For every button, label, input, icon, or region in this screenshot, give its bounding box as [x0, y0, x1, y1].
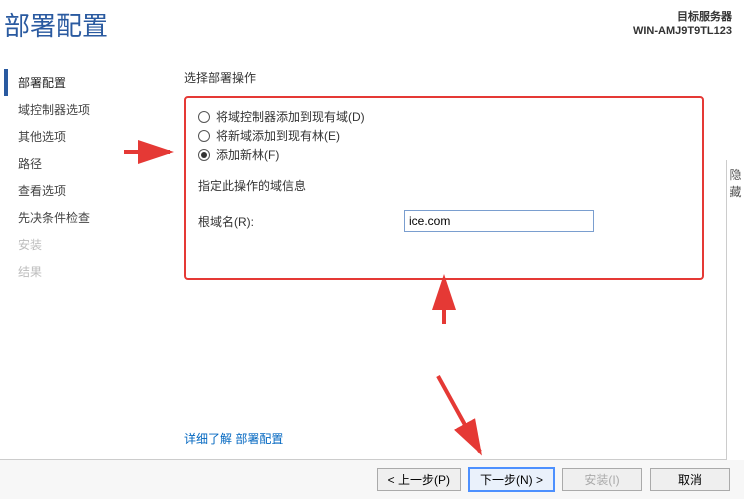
target-server-block: 目标服务器 WIN-AMJ9T9TL123 [633, 6, 732, 43]
sidebar: 部署配置 域控制器选项 其他选项 路径 查看选项 先决条件检查 安装 结果 [0, 49, 176, 459]
sidebar-item-install: 安装 [4, 231, 176, 258]
cancel-button[interactable]: 取消 [650, 468, 730, 491]
button-bar: < 上一步(P) 下一步(N) > 安装(I) 取消 [0, 459, 744, 499]
root-domain-label: 根域名(R): [198, 213, 396, 230]
sidebar-item-dc-options[interactable]: 域控制器选项 [4, 96, 176, 123]
radio-label: 将新域添加到现有林(E) [216, 127, 340, 144]
target-server-label: 目标服务器 [633, 10, 732, 24]
highlight-box: 将域控制器添加到现有域(D) 将新域添加到现有林(E) 添加新林(F) 指定此操… [184, 96, 704, 280]
radio-label: 添加新林(F) [216, 146, 279, 163]
content-pane: 选择部署操作 将域控制器添加到现有域(D) 将新域添加到现有林(E) 添加新林(… [176, 49, 744, 459]
hide-panel-toggle[interactable]: 隐藏 [726, 160, 744, 460]
sidebar-item-prereq[interactable]: 先决条件检查 [4, 204, 176, 231]
next-button[interactable]: 下一步(N) > [469, 468, 554, 491]
prev-button[interactable]: < 上一步(P) [377, 468, 461, 491]
radio-label: 将域控制器添加到现有域(D) [216, 108, 365, 125]
sidebar-item-results: 结果 [4, 258, 176, 285]
main-area: 部署配置 域控制器选项 其他选项 路径 查看选项 先决条件检查 安装 结果 选择… [0, 49, 744, 459]
radio-icon [198, 111, 210, 123]
radio-add-dc-existing-domain[interactable]: 将域控制器添加到现有域(D) [198, 108, 690, 125]
sidebar-item-review[interactable]: 查看选项 [4, 177, 176, 204]
sidebar-item-deploy-config[interactable]: 部署配置 [4, 69, 176, 96]
root-domain-input[interactable] [404, 210, 594, 232]
radio-icon [198, 130, 210, 142]
section-label: 选择部署操作 [184, 69, 726, 86]
sidebar-item-paths[interactable]: 路径 [4, 150, 176, 177]
radio-icon [198, 149, 210, 161]
radio-add-domain-existing-forest[interactable]: 将新域添加到现有林(E) [198, 127, 690, 144]
install-button: 安装(I) [562, 468, 642, 491]
header: 部署配置 目标服务器 WIN-AMJ9T9TL123 [0, 0, 744, 49]
sidebar-item-other-options[interactable]: 其他选项 [4, 123, 176, 150]
root-domain-row: 根域名(R): [198, 210, 690, 232]
learn-more-link[interactable]: 详细了解 部署配置 [184, 430, 283, 447]
domain-info-label: 指定此操作的域信息 [198, 177, 690, 194]
radio-add-new-forest[interactable]: 添加新林(F) [198, 146, 690, 163]
page-title: 部署配置 [2, 6, 108, 43]
target-server-name: WIN-AMJ9T9TL123 [633, 24, 732, 38]
